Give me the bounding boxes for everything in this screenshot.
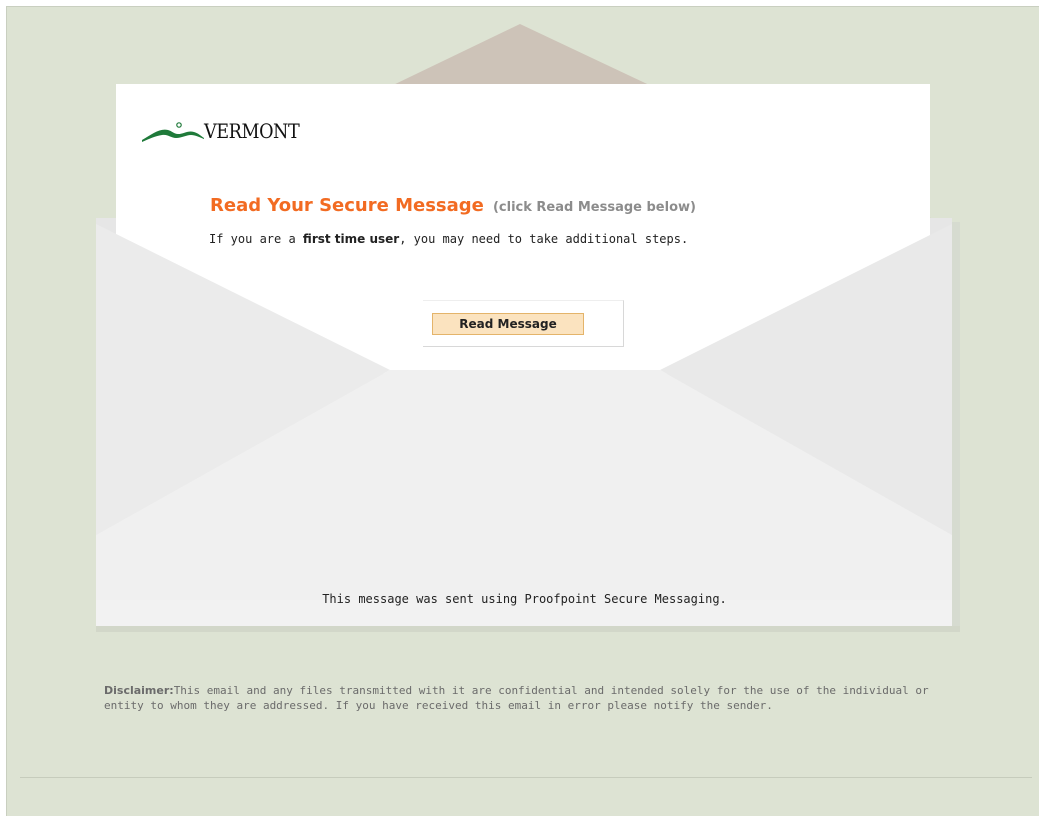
first-time-user-text: first time user [302,232,400,246]
vermont-logo: VERMONT [142,118,312,142]
mountain-icon [142,122,204,142]
page-title: Read Your Secure Message [210,195,484,216]
subtitle-suffix: , you may need to take additional steps. [399,232,689,246]
disclaimer: Disclaimer:This email and any files tran… [104,683,934,713]
title-hint: (click Read Message below) [492,200,696,215]
first-time-note: If you are a first time user, you may ne… [209,232,688,246]
envelope-bottom-edge [96,626,960,632]
bottom-divider [20,777,1032,778]
subtitle-prefix: If you are a [209,232,303,246]
read-message-button[interactable]: Read Message [432,313,584,335]
disclaimer-text: This email and any files transmitted wit… [104,684,929,712]
logo-text: VERMONT [204,119,300,143]
message-heading: Read Your Secure Message (click Read Mes… [210,195,696,216]
envelope-right-edge [952,222,960,630]
proofpoint-footer: This message was sent using Proofpoint S… [322,592,727,606]
disclaimer-label: Disclaimer: [104,684,174,697]
